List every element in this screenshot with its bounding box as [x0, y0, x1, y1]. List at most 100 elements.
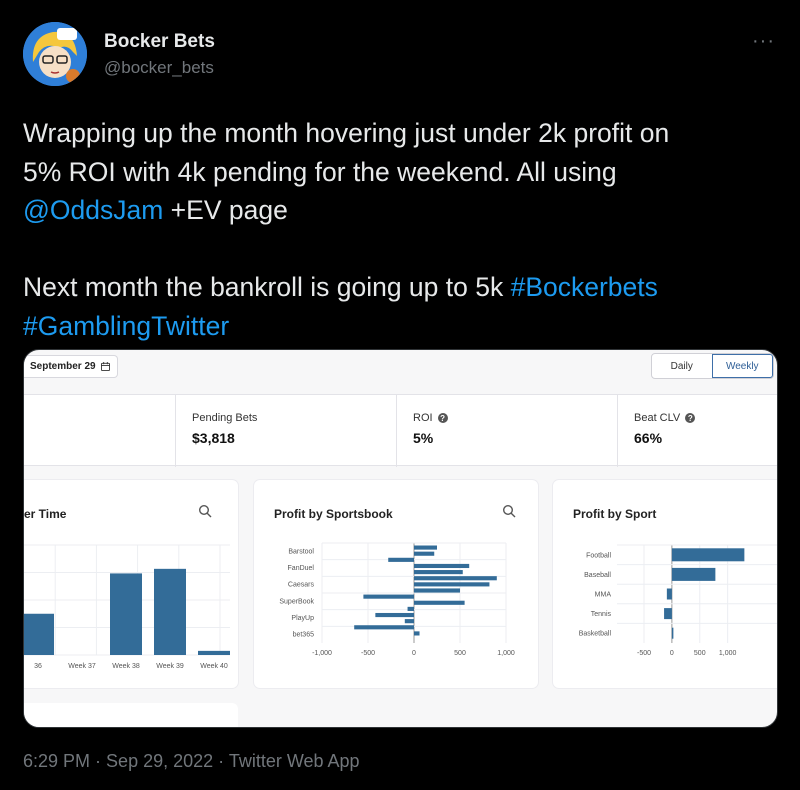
help-icon[interactable]: ? [685, 413, 696, 423]
tweet-date[interactable]: Sep 29, 2022 [106, 751, 213, 771]
profit-by-sport-chart: -500 0 500 1,000 Football Baseball MMA Tennis Ba… [579, 544, 777, 657]
tweet-line: Next month the bankroll is going up to 5… [23, 268, 783, 307]
bar [414, 551, 435, 556]
stat-value: 66% [634, 430, 663, 446]
y-tick-label: MMA [595, 592, 612, 599]
tweet-footer: 6:29 PM · Sep 29, 2022 · Twitter Web App [23, 751, 360, 772]
mention-link[interactable]: @OddsJam [23, 195, 163, 225]
separator: · [213, 751, 229, 771]
bar [404, 619, 414, 624]
y-tick-label: FanDuel [288, 565, 315, 572]
y-tick-label: Caesars [288, 582, 315, 589]
bar [664, 608, 672, 620]
search-icon[interactable] [198, 504, 212, 518]
bar [414, 588, 460, 593]
x-tick-label: 36 [34, 663, 42, 670]
tweet-line: 5% ROI with 4k pending for the weekend. … [23, 156, 617, 187]
x-tick-label: 0 [412, 650, 416, 657]
stat-roi: ROI? 5% [396, 395, 617, 467]
bar [110, 573, 142, 655]
x-tick-label: Week 38 [112, 663, 140, 670]
bar [414, 600, 465, 605]
tweet-time[interactable]: 6:29 PM [23, 751, 90, 771]
x-tick-label: 1,000 [719, 650, 737, 657]
bar [414, 545, 437, 550]
bar [414, 631, 420, 636]
avatar-cartoon-icon [23, 22, 87, 86]
date-picker[interactable]: September 29 [24, 355, 118, 378]
bar [414, 563, 470, 569]
tweet-line: #GamblingTwitter [23, 307, 783, 346]
tweet-line-text: +EV page [163, 195, 288, 225]
hashtag-link[interactable]: #Bockerbets [511, 272, 658, 302]
bar [24, 613, 54, 655]
bar [407, 606, 414, 611]
period-toggle[interactable]: Daily Weekly [651, 353, 774, 379]
y-tick-label: Baseball [584, 572, 611, 579]
profit-by-sport-card: Profit by Sport -500 0 500 1,000 Football Bas… [553, 480, 777, 688]
y-tick-label: Basketball [579, 631, 612, 638]
tweet-line: @OddsJam +EV page [23, 191, 783, 230]
bar [414, 570, 463, 575]
stat-beat-clv: Beat CLV? 66% [617, 395, 777, 467]
bar [375, 612, 414, 618]
bar [671, 567, 716, 581]
bar [666, 588, 672, 600]
x-tick-label: 500 [694, 650, 706, 657]
author-name[interactable]: Bocker Bets [104, 31, 215, 53]
more-options-icon[interactable]: ··· [752, 30, 775, 53]
bar [354, 625, 414, 630]
bar [414, 576, 497, 581]
profit-by-sportsbook-card: Profit by Sportsbook -1,000 -500 0 500 1,000… [254, 480, 538, 688]
x-tick-label: 500 [454, 650, 466, 657]
separator: · [90, 751, 107, 771]
x-tick-label: -500 [637, 650, 651, 657]
card-title: Profit by Sport [573, 507, 657, 521]
y-tick-label: Barstool [288, 548, 314, 555]
profit-over-time-card: er Time 36 Week 37 Week 38 Week 39 Week 40 [24, 480, 238, 688]
bar [414, 582, 490, 587]
stat-label: Pending Bets [192, 412, 257, 424]
x-tick-label: 1,000 [497, 650, 515, 657]
bar [671, 548, 745, 562]
x-tick-label: Week 39 [156, 663, 184, 670]
card-title: Profit by Sportsbook [274, 507, 393, 521]
tweet-line-text: Next month the bankroll is going up to 5… [23, 272, 511, 302]
y-tick-label: SuperBook [279, 598, 314, 605]
date-label: September 29 [30, 361, 96, 372]
avatar[interactable] [23, 22, 87, 86]
x-tick-label: -500 [361, 650, 375, 657]
stat-pending-bets: Pending Bets $3,818 [175, 395, 396, 467]
x-tick-label: Week 37 [68, 663, 96, 670]
toggle-weekly[interactable]: Weekly [711, 354, 773, 378]
next-card-edge [24, 703, 238, 727]
x-tick-label: Week 40 [200, 663, 228, 670]
stat-label: ROI? [413, 412, 448, 424]
y-tick-label: Tennis [591, 611, 612, 618]
x-tick-label: 0 [670, 650, 674, 657]
bar [363, 594, 414, 599]
stats-row: Pending Bets $3,818 ROI? 5% Beat CLV? 66… [24, 394, 777, 467]
stat-value: $3,818 [192, 430, 235, 446]
stat-label-text: ROI [413, 412, 433, 424]
tweet-source: Twitter Web App [228, 751, 360, 771]
calendar-icon [100, 362, 110, 371]
tweet-image[interactable]: September 29 Daily Weekly Pending Bets $… [23, 349, 778, 728]
bar [388, 557, 414, 562]
y-tick-label: Football [586, 552, 611, 559]
dashboard-screenshot: September 29 Daily Weekly Pending Bets $… [24, 350, 777, 727]
help-icon[interactable]: ? [437, 413, 448, 423]
stat-label-text: Pending Bets [192, 412, 258, 424]
author-handle[interactable]: @bocker_bets [104, 58, 214, 78]
profit-over-time-chart: 36 Week 37 Week 38 Week 39 Week 40 [24, 544, 230, 670]
hashtag-link[interactable]: #GamblingTwitter [23, 311, 229, 341]
card-title: er Time [24, 507, 67, 521]
stat-label-text: Beat CLV [634, 412, 681, 424]
y-tick-label: bet365 [293, 632, 315, 639]
bar [198, 650, 230, 655]
toggle-daily[interactable]: Daily [652, 354, 712, 378]
stat-label: Beat CLV? [634, 412, 696, 424]
search-icon[interactable] [502, 504, 516, 518]
stat-value: 5% [413, 430, 434, 446]
